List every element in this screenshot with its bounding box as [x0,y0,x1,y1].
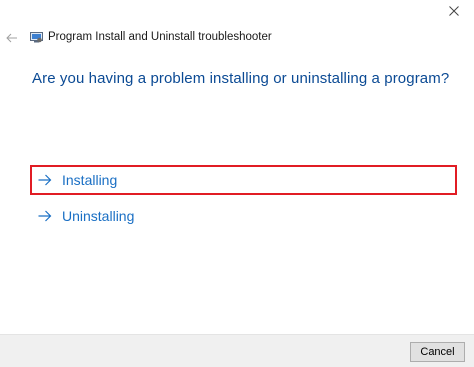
troubleshooter-window: Program Install and Uninstall troublesho… [0,0,474,367]
page-question: Are you having a problem installing or u… [32,70,450,87]
option-uninstalling[interactable]: Uninstalling [30,201,457,231]
back-button[interactable] [4,30,20,46]
window-title: Program Install and Uninstall troublesho… [48,31,272,43]
option-installing-label: Installing [62,172,118,188]
option-installing[interactable]: Installing [30,165,457,195]
title-bar: Program Install and Uninstall troublesho… [0,26,474,50]
cancel-button[interactable]: Cancel [410,342,465,362]
footer-bar: Cancel [0,334,474,367]
option-uninstalling-label: Uninstalling [62,208,135,224]
arrow-right-icon [38,209,56,223]
troubleshooter-app-icon [30,32,43,43]
close-button[interactable] [444,2,464,20]
arrow-right-icon [38,173,56,187]
back-arrow-icon [6,33,17,43]
close-icon [449,6,459,16]
